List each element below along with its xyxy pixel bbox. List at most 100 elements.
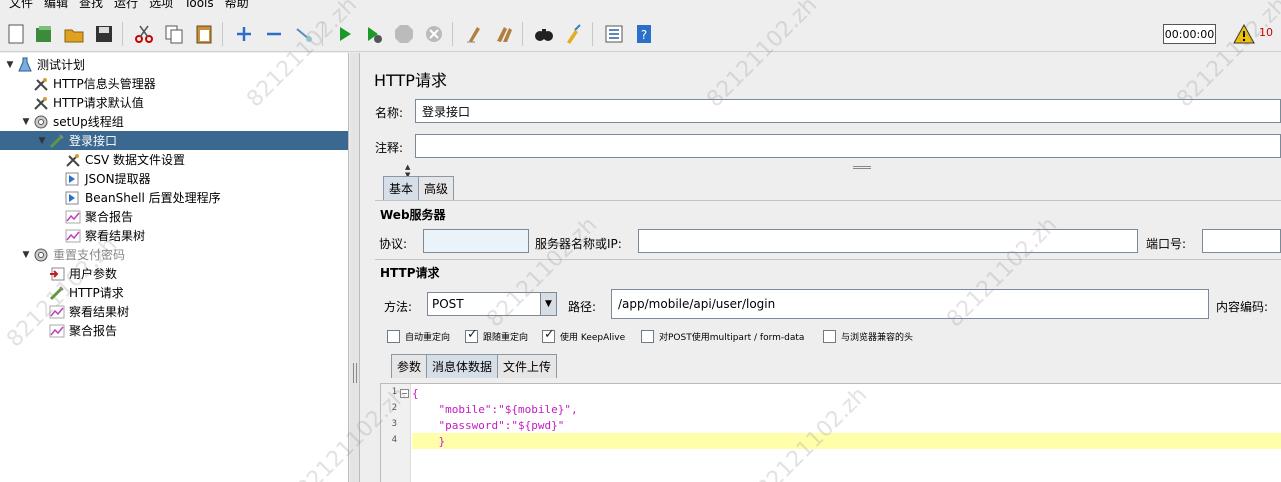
toolbar: ? 00:00:00 10 (0, 16, 1281, 52)
tab-parameters[interactable]: 参数 (391, 354, 428, 378)
warning-count[interactable]: 10 (1259, 26, 1273, 39)
function-helper-icon[interactable] (602, 22, 626, 46)
fold-toggle-icon[interactable]: − (400, 389, 409, 398)
split-pane-divider[interactable] (350, 53, 360, 482)
method-label: 方法: (384, 300, 413, 314)
port-label: 端口号: (1146, 237, 1187, 251)
keepalive-checkbox[interactable]: 使用 KeepAlive (542, 327, 625, 343)
body-data-editor[interactable]: 1 2 3 4 − { "mobile":"${mobile}", "passw… (380, 383, 1281, 482)
comment-label: 注释: (375, 141, 404, 155)
line-number: 4 (391, 435, 397, 445)
checkbox-box[interactable] (465, 327, 478, 343)
collapse-icon[interactable] (262, 22, 286, 46)
server-field[interactable] (638, 229, 1138, 253)
tree-node[interactable]: JSON提取器 (0, 169, 151, 188)
tree-node-label: 重置支付密码 (53, 248, 126, 262)
clear-icon[interactable] (462, 22, 486, 46)
tree-node[interactable]: BeanShell 后置处理程序 (0, 188, 221, 207)
tree-node[interactable]: CSV 数据文件设置 (0, 150, 185, 169)
checkbox-box[interactable] (641, 330, 654, 343)
post-processor-icon (64, 190, 82, 206)
comment-field[interactable] (415, 134, 1281, 158)
templates-icon[interactable] (32, 22, 56, 46)
menu-run[interactable]: 运行 (114, 0, 138, 9)
expand-toggle-icon[interactable]: ▼ (20, 250, 32, 260)
tree-node-label: CSV 数据文件设置 (85, 153, 186, 167)
start-icon[interactable] (333, 22, 357, 46)
expand-toggle-icon[interactable]: ▼ (4, 60, 16, 70)
tree-node[interactable]: 察看结果树 (0, 302, 129, 321)
checkbox-label: 对POST使用multipart / form-data (659, 333, 805, 343)
tree-node[interactable]: ▼ 重置支付密码 (0, 245, 125, 264)
save-icon[interactable] (92, 22, 116, 46)
shutdown-icon[interactable] (422, 22, 446, 46)
checkbox-box[interactable] (542, 327, 555, 343)
tree-node[interactable]: ▼ setUp线程组 (0, 112, 124, 131)
chevron-down-icon[interactable]: ▼ (540, 293, 556, 315)
menu-edit[interactable]: 编辑 (44, 0, 68, 9)
menu-help[interactable]: 帮助 (225, 0, 249, 9)
follow-redirect-checkbox[interactable]: 跟随重定向 (465, 327, 528, 343)
port-field[interactable] (1202, 229, 1281, 253)
toggle-icon[interactable] (292, 22, 316, 46)
body-tabs: 参数 消息体数据 文件上传 (391, 354, 558, 378)
tab-body-data[interactable]: 消息体数据 (426, 354, 499, 378)
clear-all-icon[interactable] (492, 22, 516, 46)
tree-node-label: 聚合报告 (85, 210, 134, 224)
code-line: { (412, 386, 419, 400)
tree-node[interactable]: HTTP请求 (0, 283, 124, 302)
code-line: "mobile":"${mobile}", (412, 402, 578, 416)
tree-node[interactable]: 聚合报告 (0, 321, 117, 340)
protocol-field[interactable] (423, 229, 529, 253)
search-icon[interactable] (532, 22, 556, 46)
config-icon (32, 95, 50, 111)
checkbox-box[interactable] (823, 330, 836, 343)
test-plan-icon (16, 57, 34, 73)
stop-icon[interactable] (392, 22, 416, 46)
tab-advanced[interactable]: 高级 (418, 176, 455, 200)
tree-node-label: 察看结果树 (69, 305, 130, 319)
name-field[interactable]: 登录接口 (415, 99, 1281, 123)
help-icon[interactable]: ? (632, 22, 656, 46)
server-label: 服务器名称或IP: (535, 237, 622, 251)
reset-search-icon[interactable] (562, 22, 586, 46)
tree-node-label: 察看结果树 (85, 229, 146, 243)
config-icon (64, 152, 82, 168)
tree-node[interactable]: 聚合报告 (0, 207, 133, 226)
open-icon[interactable] (62, 22, 86, 46)
tree-node[interactable]: 用户参数 (0, 264, 117, 283)
test-plan-tree: ▼ 测试计划 HTTP信息头管理器 HTTP请求默认值 ▼ setUp线程组 ▼ 登录接口 CS… (0, 53, 349, 482)
menu-tools[interactable]: Tools (184, 0, 214, 9)
tree-node[interactable]: HTTP信息头管理器 (0, 74, 156, 93)
tree-node[interactable]: HTTP请求默认值 (0, 93, 144, 112)
cut-icon[interactable] (132, 22, 156, 46)
tree-node[interactable]: 察看结果树 (0, 226, 145, 245)
menu-search[interactable]: 查找 (79, 0, 103, 9)
tree-node[interactable]: ▼ 登录接口 (0, 131, 348, 150)
start-no-pause-icon[interactable] (362, 22, 386, 46)
expand-icon[interactable] (232, 22, 256, 46)
browser-headers-checkbox[interactable]: 与浏览器兼容的头 (823, 330, 913, 343)
divider-grip[interactable] (853, 166, 871, 169)
auto-redirect-checkbox[interactable]: 自动重定向 (387, 330, 450, 343)
new-icon[interactable] (4, 22, 28, 46)
multipart-checkbox[interactable]: 对POST使用multipart / form-data (641, 330, 804, 343)
tree-node-label: HTTP信息头管理器 (53, 77, 156, 91)
paste-icon[interactable] (192, 22, 216, 46)
warning-icon[interactable] (1233, 24, 1255, 44)
expand-toggle-icon[interactable]: ▼ (20, 117, 32, 127)
path-field[interactable]: /app/mobile/api/user/login (611, 289, 1209, 319)
menu-options[interactable]: 选项 (149, 0, 173, 9)
checkbox-label: 自动重定向 (405, 333, 451, 343)
code-line-current: } (412, 433, 1281, 449)
line-number-gutter: 1 2 3 4 − (381, 384, 411, 482)
tree-node[interactable]: ▼ 测试计划 (0, 55, 85, 74)
expand-toggle-icon[interactable]: ▼ (36, 136, 48, 146)
checkbox-box[interactable] (387, 330, 400, 343)
copy-icon[interactable] (162, 22, 186, 46)
method-select[interactable]: POST ▼ (427, 292, 557, 316)
tree-node-label: JSON提取器 (85, 172, 151, 186)
menu-file[interactable]: 文件 (9, 0, 33, 9)
tab-basic[interactable]: 基本 (383, 176, 420, 200)
tab-file-upload[interactable]: 文件上传 (497, 354, 558, 378)
